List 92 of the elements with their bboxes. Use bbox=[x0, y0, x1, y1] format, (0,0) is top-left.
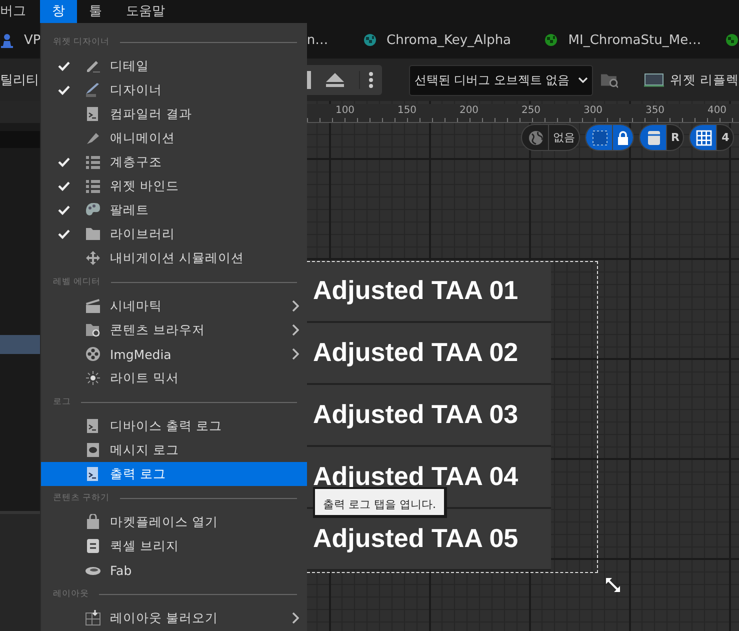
palette-icon bbox=[85, 202, 101, 218]
film-reel-icon bbox=[85, 346, 101, 362]
panel-title: 틸리티 bbox=[0, 72, 40, 89]
move-icon bbox=[85, 250, 101, 266]
terminal-icon bbox=[85, 106, 101, 122]
menu-item[interactable]: 라이트 믹서 bbox=[41, 366, 307, 390]
monitor-icon bbox=[644, 73, 664, 87]
toggle-label: 없음 bbox=[553, 130, 575, 145]
menu-bar-item[interactable]: 툴 bbox=[77, 0, 114, 23]
globe-icon bbox=[528, 130, 544, 146]
menu-item[interactable]: 디자이너 bbox=[41, 78, 307, 102]
menu-item[interactable]: 콘텐츠 브라우저 bbox=[41, 318, 307, 342]
ruler-label: 100 bbox=[335, 105, 355, 116]
ruler-label: 250 bbox=[521, 105, 541, 116]
section-header: 로그 bbox=[53, 396, 71, 408]
viewport-toggle[interactable]: R bbox=[639, 124, 684, 151]
section-header: 레벨 에디터 bbox=[53, 276, 101, 288]
document-tab[interactable]: n… bbox=[306, 33, 328, 48]
section-header: 콘텐츠 구하기 bbox=[53, 492, 110, 504]
menu-item[interactable]: ImgMedia bbox=[41, 342, 307, 366]
list-icon bbox=[85, 178, 101, 194]
ruler-label: 350 bbox=[645, 105, 665, 116]
ruler-label: 400 bbox=[707, 105, 727, 116]
message-icon bbox=[85, 442, 101, 458]
debug-object-dropdown[interactable]: 선택된 디버그 오브젝트 없음 bbox=[409, 64, 593, 96]
terminal-icon bbox=[85, 418, 101, 434]
menu-bar-item[interactable]: 도움말 bbox=[114, 0, 177, 23]
ruler-label: 300 bbox=[583, 105, 603, 116]
menu-item[interactable]: Fab bbox=[41, 558, 307, 582]
shopping-bag-icon bbox=[85, 514, 101, 530]
layout-download-icon bbox=[85, 610, 101, 626]
section-header: 레이아웃 bbox=[53, 588, 89, 600]
menu-item[interactable]: 퀵셀 브리지 bbox=[41, 534, 307, 558]
ruler-label: 150 bbox=[397, 105, 417, 116]
resize-icon[interactable] bbox=[605, 577, 621, 593]
text-block: Adjusted TAA 01 bbox=[307, 261, 551, 323]
document-icon bbox=[85, 538, 101, 554]
pawn-icon[interactable] bbox=[0, 33, 14, 48]
tooltip: 출력 로그 탭을 엽니다. bbox=[313, 487, 447, 518]
chevron-down-icon bbox=[578, 77, 588, 83]
folder-search-icon bbox=[85, 322, 101, 338]
viewport-toggle[interactable]: 없음 bbox=[521, 124, 580, 151]
menu-item[interactable]: 라이브러리 bbox=[41, 222, 307, 246]
text-block: Adjusted TAA 03 bbox=[307, 385, 551, 447]
menu-bar-item[interactable]: 버그 bbox=[0, 0, 40, 23]
folder-icon bbox=[85, 226, 101, 242]
text-block: Adjusted TAA 02 bbox=[307, 323, 551, 385]
menu-item[interactable]: 레이아웃 불러오기 bbox=[41, 606, 307, 630]
pen-icon bbox=[85, 82, 101, 98]
grid-icon bbox=[696, 130, 712, 146]
section-header: 위젯 디자이너 bbox=[53, 36, 110, 48]
viewport-toggle[interactable]: 4 bbox=[689, 124, 734, 151]
material-ball-icon[interactable] bbox=[362, 33, 377, 48]
menu-item[interactable]: 팔레트 bbox=[41, 198, 307, 222]
document-tab[interactable]: VP bbox=[24, 33, 41, 48]
toggle-label: 4 bbox=[722, 131, 730, 144]
document-tab[interactable]: MI_ChromaStu_Me… bbox=[568, 33, 702, 48]
menu-item[interactable]: 시네마틱 bbox=[41, 294, 307, 318]
toggle-segment[interactable] bbox=[640, 125, 666, 150]
menu-item[interactable]: 메시지 로그 bbox=[41, 438, 307, 462]
list-icon bbox=[85, 154, 101, 170]
menu-item[interactable]: 위젯 바인드 bbox=[41, 174, 307, 198]
selection-icon bbox=[592, 130, 608, 146]
layout-icon bbox=[646, 130, 662, 146]
menu-item[interactable]: 계층구조 bbox=[41, 150, 307, 174]
menu-item[interactable]: 마켓플레이스 열기 bbox=[41, 510, 307, 534]
viewport-toggle[interactable] bbox=[585, 124, 634, 151]
pencil-icon bbox=[85, 58, 101, 74]
menu-item[interactable]: 컴파일러 결과 bbox=[41, 102, 307, 126]
lock-icon bbox=[617, 130, 629, 144]
toggle-label: R bbox=[671, 131, 680, 144]
toggle-segment[interactable] bbox=[586, 125, 612, 150]
material-ball-icon[interactable] bbox=[544, 33, 558, 48]
menu-item[interactable]: 디테일 bbox=[41, 54, 307, 78]
menu-bar-item[interactable]: 창 bbox=[40, 0, 77, 23]
folder-search-icon[interactable] bbox=[600, 72, 618, 88]
marker-icon bbox=[85, 130, 101, 146]
toggle-segment[interactable] bbox=[690, 125, 716, 150]
text-block: Adjusted TAA 05 bbox=[307, 509, 551, 571]
terminal-icon bbox=[85, 466, 101, 482]
menu-item[interactable]: 애니메이션 bbox=[41, 126, 307, 150]
ruler-label: 200 bbox=[459, 105, 479, 116]
menu-item[interactable]: 디바이스 출력 로그 bbox=[41, 414, 307, 438]
document-tab[interactable]: Chroma_Key_Alpha bbox=[386, 33, 512, 48]
menu-item[interactable]: 내비게이션 시뮬레이션 bbox=[41, 246, 307, 270]
eject-icon[interactable] bbox=[325, 72, 346, 88]
more-icon[interactable] bbox=[359, 71, 374, 89]
material-ball-icon[interactable] bbox=[725, 33, 739, 48]
light-icon bbox=[85, 370, 101, 386]
clapperboard-icon bbox=[85, 298, 101, 314]
widget-reflector-button[interactable]: 위젯 리플렉 bbox=[644, 72, 739, 88]
menu-item[interactable]: 출력 로그 bbox=[41, 462, 307, 486]
